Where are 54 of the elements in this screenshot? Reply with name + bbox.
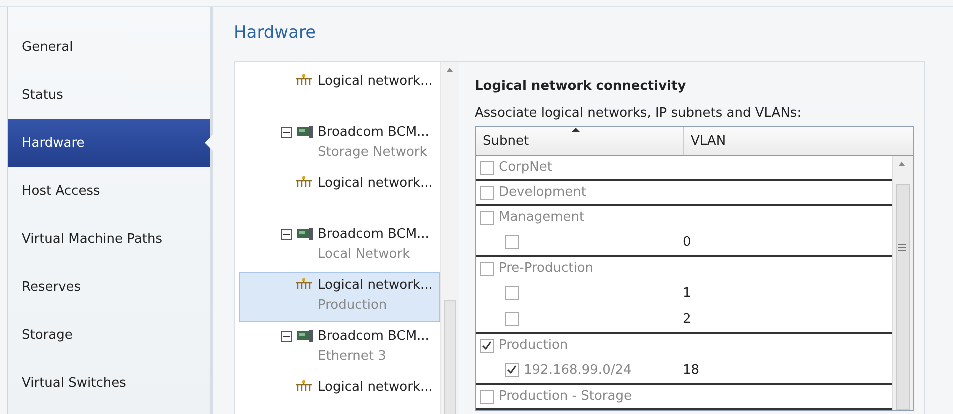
nav-item[interactable]: Storage xyxy=(8,311,210,359)
vlan-id: 1 xyxy=(683,286,692,300)
network-name: Production - Storage xyxy=(499,389,632,404)
network-icon xyxy=(294,176,314,188)
nav-item[interactable]: Reserves xyxy=(8,263,210,311)
column-header[interactable]: Subnet xyxy=(476,127,684,155)
tree-item[interactable]: Logical network... xyxy=(239,170,440,220)
network-card-icon xyxy=(296,329,314,343)
section-title: Logical network connectivity xyxy=(475,79,686,94)
network-icon xyxy=(294,278,314,290)
checkbox[interactable] xyxy=(505,286,519,300)
checkbox[interactable] xyxy=(480,390,494,404)
collapse-toggle[interactable] xyxy=(281,229,292,240)
vlan-id: 18 xyxy=(683,362,700,378)
network-icon xyxy=(294,380,314,392)
checkbox[interactable] xyxy=(480,160,494,174)
vlan-id: 0 xyxy=(683,234,692,250)
network-name: Production xyxy=(499,338,568,353)
vlan-id: 2 xyxy=(683,312,692,326)
tree-item[interactable]: Logical network... xyxy=(239,68,440,118)
scrollbar[interactable] xyxy=(440,62,459,414)
checkbox[interactable] xyxy=(480,262,494,276)
network-name: Pre-Production xyxy=(499,261,594,276)
field-label: Associate logical networks, IP subnets and VLANs: xyxy=(475,106,802,121)
checkbox[interactable] xyxy=(505,235,519,249)
grip-icon xyxy=(898,244,906,252)
tree-item[interactable]: Broadcom BCM... Local Network xyxy=(239,221,440,271)
page-title: Hardware xyxy=(234,23,316,43)
tree-item[interactable]: Logical network... xyxy=(239,374,440,414)
network-card-icon xyxy=(296,227,314,241)
collapse-toggle[interactable] xyxy=(281,331,292,342)
network-icon xyxy=(294,74,314,86)
nav-item[interactable]: Hardware xyxy=(8,119,210,167)
nav-item[interactable]: Host Access xyxy=(8,167,210,215)
checkbox[interactable] xyxy=(480,338,494,352)
checkbox[interactable] xyxy=(480,186,494,200)
nav-item[interactable]: Virtual Machine Paths xyxy=(8,215,210,263)
subnet-address: 192.168.99.0/24 xyxy=(524,362,632,378)
nav-item[interactable]: Status xyxy=(8,71,210,119)
network-name: Development xyxy=(499,185,587,200)
network-name: Management xyxy=(499,210,585,225)
network-name: CorpNet xyxy=(499,160,552,175)
scrollbar[interactable] xyxy=(892,156,913,410)
collapse-toggle[interactable] xyxy=(281,127,292,138)
tree-item[interactable]: Logical network... Production xyxy=(239,272,440,322)
column-header[interactable]: VLAN xyxy=(684,127,913,155)
tree-item[interactable]: Broadcom BCM... Ethernet 3 xyxy=(239,323,440,373)
nav-item[interactable]: General xyxy=(8,23,210,71)
checkbox[interactable] xyxy=(505,363,519,377)
tree-item[interactable]: Broadcom BCM... Storage Network xyxy=(239,119,440,169)
checkbox[interactable] xyxy=(505,312,519,326)
nav-item[interactable]: Virtual Switches xyxy=(8,359,210,407)
network-card-icon xyxy=(296,125,314,139)
checkbox[interactable] xyxy=(480,210,494,224)
